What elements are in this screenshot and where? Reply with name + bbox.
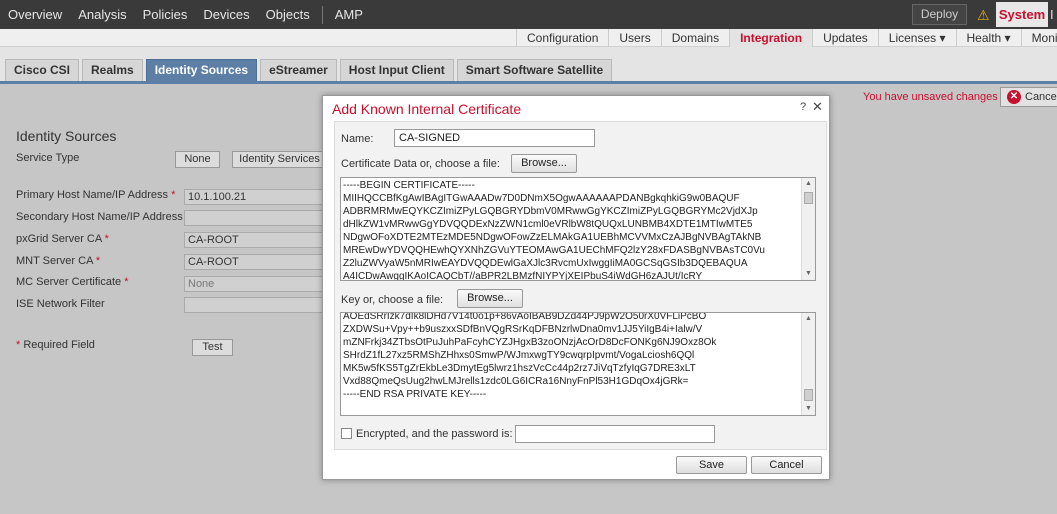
name-input[interactable] [394, 129, 595, 147]
cancel-button[interactable]: Cancel [751, 456, 822, 474]
nav-amp[interactable]: AMP [327, 0, 371, 29]
nav-system[interactable]: System [996, 2, 1048, 27]
subnav-updates[interactable]: Updates [812, 29, 878, 47]
pxgrid-ca-select[interactable]: CA-ROOT [184, 232, 326, 248]
secondary-navigation: Configuration Users Domains Integration … [0, 29, 1057, 47]
encrypted-checkbox[interactable] [341, 428, 352, 439]
mc-cert-select[interactable]: None [184, 276, 326, 292]
page-cancel-button[interactable]: ✕ Cancel [1000, 87, 1057, 107]
nav-overview[interactable]: Overview [0, 0, 70, 29]
certificate-data-label: Certificate Data or, choose a file: [341, 158, 500, 170]
scroll-thumb[interactable] [804, 192, 813, 204]
subnav-health[interactable]: Health ▾ [955, 29, 1021, 47]
tab-host-input-client[interactable]: Host Input Client [339, 59, 454, 81]
certificate-scrollbar[interactable]: ▲ ▼ [801, 178, 815, 280]
nav-divider [321, 5, 323, 24]
service-identity-button[interactable]: Identity Services [232, 151, 327, 168]
subnav-configuration[interactable]: Configuration [516, 29, 608, 47]
key-label: Key or, choose a file: [341, 294, 444, 306]
tab-smart-software-satellite[interactable]: Smart Software Satellite [456, 59, 613, 81]
primary-host-input[interactable]: 10.1.100.21 [184, 189, 326, 205]
help-icon[interactable]: ? [800, 101, 806, 113]
scroll-down-icon[interactable]: ▼ [802, 268, 815, 280]
primary-host-label: Primary Host Name/IP Address * [16, 189, 176, 201]
subnav-integration[interactable]: Integration [729, 29, 813, 47]
warning-icon[interactable]: ⚠ [977, 7, 993, 23]
service-none-button[interactable]: None [175, 151, 220, 168]
nav-help-stub[interactable]: I [1050, 2, 1054, 27]
page-title: Identity Sources [16, 128, 117, 144]
nav-objects[interactable]: Objects [258, 0, 318, 29]
password-input[interactable] [515, 425, 715, 443]
save-button[interactable]: Save [676, 456, 747, 474]
scroll-down-icon[interactable]: ▼ [802, 403, 815, 415]
subnav-monitoring[interactable]: Monito [1020, 29, 1057, 47]
tab-estreamer[interactable]: eStreamer [260, 59, 337, 81]
secondary-host-label: Secondary Host Name/IP Address [16, 211, 183, 223]
tab-identity-sources[interactable]: Identity Sources [145, 59, 258, 81]
nav-policies[interactable]: Policies [135, 0, 196, 29]
nav-analysis[interactable]: Analysis [70, 0, 134, 29]
service-type-label: Service Type [16, 152, 80, 164]
close-icon: ✕ [1007, 90, 1021, 104]
top-navigation: Overview Analysis Policies Devices Objec… [0, 0, 1057, 29]
tab-cisco-csi[interactable]: Cisco CSI [5, 59, 80, 81]
add-certificate-dialog: Add Known Internal Certificate ? ✕ Name:… [322, 95, 830, 480]
close-icon[interactable]: ✕ [812, 99, 823, 115]
dialog-title: Add Known Internal Certificate [332, 101, 522, 117]
tab-strip: Cisco CSI Realms Identity Sources eStrea… [0, 47, 1057, 83]
mnt-ca-select[interactable]: CA-ROOT [184, 254, 326, 270]
key-text: AOEdSRrIzk7dIk8lDHd7V14t0o1p+86vAoIBAB9D… [343, 312, 717, 400]
unsaved-changes-notice: You have unsaved changes [863, 91, 998, 103]
subnav-domains[interactable]: Domains [660, 29, 729, 47]
certificate-browse-button[interactable]: Browse... [511, 154, 577, 173]
name-label: Name: [341, 133, 374, 145]
mnt-ca-label: MNT Server CA * [16, 255, 101, 267]
certificate-data-textarea[interactable]: -----BEGIN CERTIFICATE----- MIIHQCCBfKgA… [340, 177, 816, 281]
secondary-host-input[interactable] [184, 210, 326, 226]
deploy-button[interactable]: Deploy [912, 4, 967, 25]
subnav-users[interactable]: Users [608, 29, 660, 47]
key-scrollbar[interactable]: ▲ ▼ [801, 313, 815, 415]
nav-devices[interactable]: Devices [195, 0, 257, 29]
tab-realms[interactable]: Realms [82, 59, 143, 81]
scroll-up-icon[interactable]: ▲ [802, 313, 815, 325]
dialog-body: Name: Certificate Data or, choose a file… [334, 121, 827, 450]
scroll-up-icon[interactable]: ▲ [802, 178, 815, 190]
pxgrid-ca-label: pxGrid Server CA * [16, 233, 109, 245]
key-browse-button[interactable]: Browse... [457, 289, 523, 308]
mc-cert-label: MC Server Certificate * [16, 276, 129, 288]
scroll-thumb[interactable] [804, 389, 813, 401]
encrypted-label: Encrypted, and the password is: [356, 428, 513, 440]
ise-filter-label: ISE Network Filter [16, 298, 105, 310]
key-textarea[interactable]: AOEdSRrIzk7dIk8lDHd7V14t0o1p+86vAoIBAB9D… [340, 312, 816, 416]
test-button[interactable]: Test [192, 339, 233, 356]
subnav-licenses[interactable]: Licenses ▾ [877, 29, 956, 47]
required-field-note: * Required Field [16, 339, 95, 351]
page-cancel-label: Cancel [1025, 91, 1057, 103]
certificate-data-text: -----BEGIN CERTIFICATE----- MIIHQCCBfKgA… [343, 180, 765, 281]
ise-filter-input[interactable] [184, 297, 326, 313]
